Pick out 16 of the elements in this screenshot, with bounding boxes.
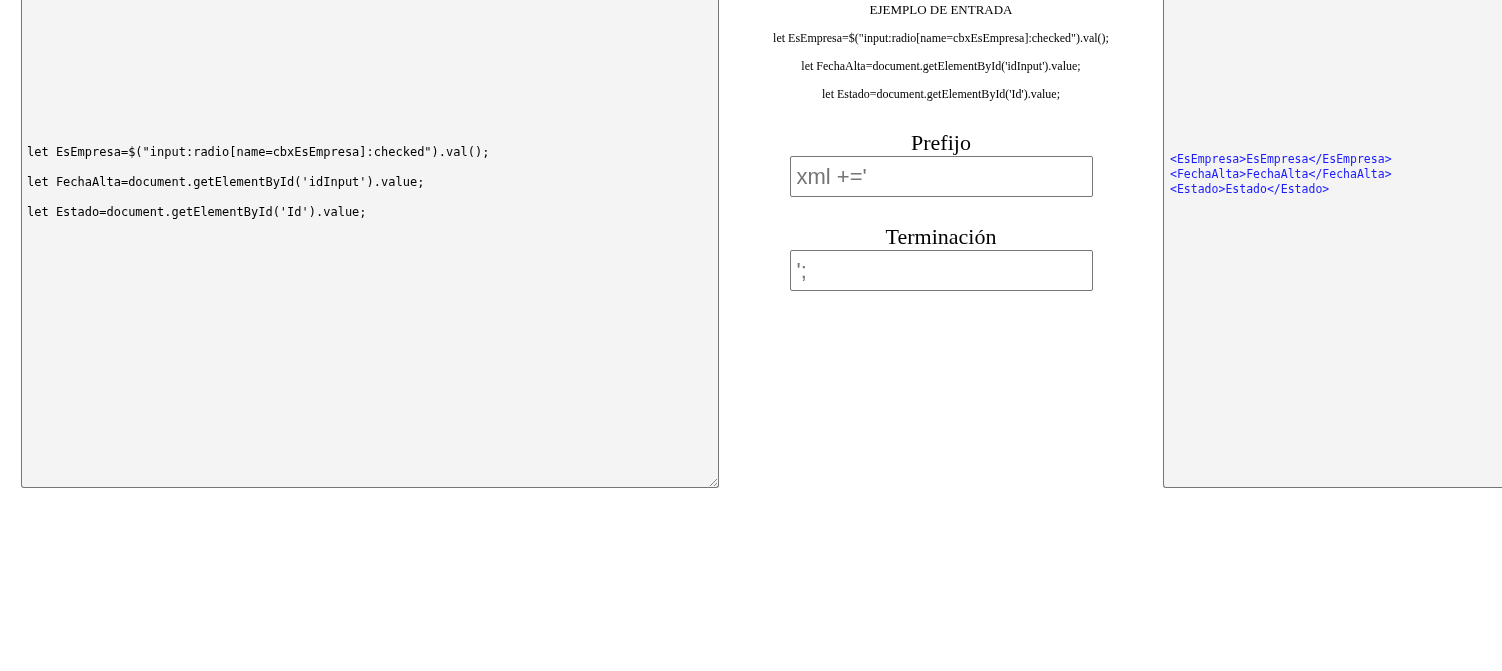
prefix-label: Prefijo xyxy=(911,130,971,156)
example-title: EJEMPLO DE ENTRADA xyxy=(869,2,1013,18)
xml-code-line: <Estado>Estado</Estado> xyxy=(1170,182,1331,197)
code-line: let FechaAlta=document.getElementById('idInput').value; xyxy=(27,174,426,191)
termination-field[interactable]: '; xyxy=(789,250,1093,291)
xml-code-line: <FechaAlta>FechaAlta</FechaAlta> xyxy=(1170,167,1393,182)
resize-grip-icon[interactable] xyxy=(709,478,717,486)
code-line: let EsEmpresa=$("input:radio[name=cbxEsEmpresa]:checked").val(); xyxy=(27,144,491,161)
code-line: let Estado=document.getElementById('Id').value; xyxy=(27,204,368,221)
prefix-field[interactable]: xml +=' xyxy=(789,156,1093,197)
xml-code-line: <EsEmpresa>EsEmpresa</EsEmpresa> xyxy=(1170,152,1393,167)
example-line: let EsEmpresa=$("input:radio[name=cbxEsEmpresa]:checked").val(); xyxy=(773,30,1109,46)
example-line: let FechaAlta=document.getElementById('idInput').value; xyxy=(801,58,1081,74)
input-code-area[interactable]: let EsEmpresa=$("input:radio[name=cbxEsEmpresa]:checked").val(); let FechaAlta=document.getElementById('idInput').value; let Estado=document.getElementById('Id').value; xyxy=(21,0,719,488)
termination-label: Terminación xyxy=(885,224,997,250)
example-line: let Estado=document.getElementById('Id').value; xyxy=(822,86,1060,102)
